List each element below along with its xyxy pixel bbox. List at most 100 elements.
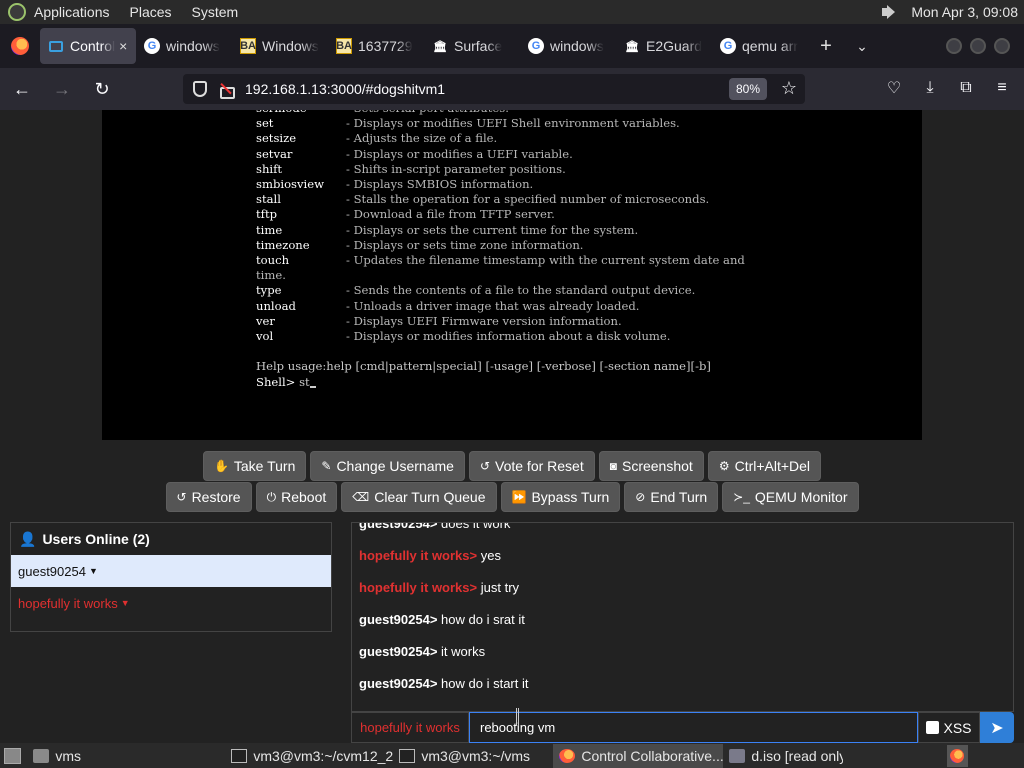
hand-icon: ✋ — [213, 459, 229, 473]
taskbar-item[interactable]: d.iso [read only] — [723, 744, 843, 768]
firefox-view-button[interactable] — [0, 24, 40, 68]
gear-icon: ⚙ — [718, 459, 730, 473]
pocket-icon[interactable]: ♡ — [880, 73, 908, 103]
minimize-button[interactable] — [946, 38, 962, 54]
forward-button[interactable]: → — [44, 73, 80, 105]
browser-tab[interactable]: 🏛 E2Guard — [616, 28, 712, 64]
shell-prompt: Shell> — [256, 374, 300, 389]
vm-controls-row-2: ↺ Restore ⏻ Reboot ⌫ Clear Turn Queue ⏩ Bypass … — [0, 482, 1024, 512]
workspace-switcher[interactable] — [946, 744, 968, 767]
new-tab-icon[interactable]: + — [808, 35, 844, 58]
send-button[interactable]: ➤ — [980, 712, 1014, 743]
console-description: - Displays SMBIOS information. — [346, 177, 534, 192]
window-controls — [946, 38, 1024, 54]
browser-tab[interactable]: BA 1637729 — [328, 28, 424, 64]
url-text[interactable]: 192.168.1.13:3000/#dogshitvm1 — [245, 81, 445, 97]
browser-tab[interactable]: Gqemu arr — [712, 28, 808, 64]
console-line: time - Displays or sets the current time … — [256, 223, 745, 238]
chat-text: just try — [480, 580, 520, 595]
chat-log[interactable]: guest90254> does it work hopefully it wor… — [351, 522, 1014, 712]
chat-input[interactable] — [469, 712, 918, 743]
tab-label: Control — [70, 38, 116, 54]
console-line: ver - Displays UEFI Firmware version info… — [256, 314, 745, 329]
console-description: - Shifts in-script parameter positions. — [346, 161, 566, 176]
camera-icon: ◙ — [609, 459, 617, 473]
tab-strip: Control × Gwindows BA Windows BA 1637729 🏛 Surfa… — [0, 24, 1024, 68]
taskbar-item[interactable]: vm3@vm3:~/cvm12_2 — [225, 744, 393, 768]
user-row-other[interactable]: hopefully it works ▼ — [11, 587, 331, 619]
gnome-logo-icon[interactable] — [8, 3, 26, 21]
navigation-bar: ← → ↻ 192.168.1.13:3000/#dogshitvm1 80% … — [0, 68, 1024, 110]
browser-tab[interactable]: Control × — [40, 28, 136, 64]
console-command: stall — [256, 192, 281, 207]
downloads-icon[interactable]: ⤓ — [916, 73, 944, 103]
chat-input-row: hopefully it works XSS ➤ — [351, 712, 1014, 743]
close-tab-icon[interactable]: × — [119, 38, 127, 54]
tracking-shield-icon[interactable] — [193, 81, 207, 97]
places-menu[interactable]: Places — [130, 4, 172, 20]
taskbar-item-label: vm3@vm3:~/vms — [421, 747, 531, 764]
screenshot-button[interactable]: ◙ Screenshot — [598, 451, 704, 481]
vm-display[interactable]: sermode- Sets serial port attributes.set… — [102, 110, 922, 440]
change-username-button[interactable]: ✎ Change Username — [310, 451, 465, 481]
xss-toggle[interactable]: XSS — [918, 712, 980, 743]
console-description: - Sends the contents of a file to the st… — [346, 283, 696, 298]
console-description: - Stalls the operation for a specified n… — [346, 192, 710, 207]
chat-nick[interactable]: guest90254> — [359, 612, 437, 627]
url-bar[interactable]: 192.168.1.13:3000/#dogshitvm1 80% ☆ — [183, 74, 805, 104]
vote-for-reset-button[interactable]: ↺ Vote for Reset — [468, 451, 595, 481]
button-label: QEMU Monitor — [754, 489, 848, 505]
chat-message: hopefully it works> just try — [359, 580, 519, 595]
ctrl-alt-del-button[interactable]: ⚙ Ctrl+Alt+Del — [707, 451, 822, 481]
take-turn-button[interactable]: ✋ Take Turn — [202, 451, 307, 481]
button-label: Restore — [191, 489, 241, 505]
system-menu[interactable]: System — [192, 4, 239, 20]
button-label: End Turn — [650, 489, 708, 505]
chat-text: it works — [441, 644, 486, 659]
taskbar-item[interactable]: vms — [27, 744, 225, 768]
restore-button[interactable]: ↺ Restore — [165, 482, 252, 512]
hamburger-menu-icon[interactable]: ≡ — [988, 73, 1016, 103]
taskbar-item[interactable]: vm3@vm3:~/vms — [393, 744, 553, 768]
applications-menu[interactable]: Applications — [34, 4, 110, 20]
clear-turn-queue-button[interactable]: ⌫ Clear Turn Queue — [341, 482, 497, 512]
show-desktop-icon[interactable] — [4, 747, 22, 764]
chat-nick[interactable]: guest90254> — [359, 523, 437, 531]
reboot-button[interactable]: ⏻ Reboot — [255, 482, 338, 512]
ban-icon: ⊘ — [635, 490, 646, 504]
qemu-monitor-button[interactable]: ≻_ QEMU Monitor — [722, 482, 859, 512]
console-command: unload — [256, 298, 296, 313]
list-all-tabs-icon[interactable]: ⌄ — [844, 38, 880, 55]
volume-icon[interactable] — [879, 3, 901, 21]
clock[interactable]: Mon Apr 3, 09:08 — [911, 4, 1018, 20]
end-turn-button[interactable]: ⊘ End Turn — [624, 482, 719, 512]
extensions-icon[interactable]: ⧉ — [952, 73, 980, 103]
bookmark-star-icon[interactable]: ☆ — [781, 78, 797, 99]
console-command: smbiosview — [256, 177, 325, 192]
xss-checkbox[interactable] — [926, 721, 940, 734]
console-line: vol - Displays or modifies information ab… — [256, 329, 745, 344]
console-line: type - Sends the contents of a file to th… — [256, 283, 745, 298]
console-description: - Displays or modifies information about… — [346, 329, 671, 344]
maximize-button[interactable] — [970, 38, 986, 54]
close-window-button[interactable] — [994, 38, 1010, 54]
browser-tab[interactable]: BA Windows — [232, 28, 328, 64]
chat-nick[interactable]: guest90254> — [359, 644, 437, 659]
chat-nick[interactable]: guest90254> — [359, 676, 437, 691]
insecure-lock-icon[interactable] — [219, 82, 235, 99]
browser-tab[interactable]: Gwindows — [136, 28, 232, 64]
user-row-self[interactable]: guest90254 ▼ — [11, 555, 331, 587]
browser-tab[interactable]: 🏛 Surface — [424, 28, 520, 64]
bypass-turn-button[interactable]: ⏩ Bypass Turn — [500, 482, 621, 512]
taskbar-item[interactable]: Control Collaborative... — [553, 743, 724, 768]
google-icon: G — [720, 38, 736, 54]
console-line: tftp - Download a file from TFTP server. — [256, 207, 745, 222]
back-button[interactable]: ← — [4, 73, 40, 105]
console-command: type — [256, 283, 282, 298]
chat-text: does it work — [441, 522, 511, 531]
chat-nick[interactable]: hopefully it works> — [359, 580, 477, 595]
zoom-level-badge[interactable]: 80% — [728, 78, 767, 100]
chat-nick[interactable]: hopefully it works> — [359, 548, 477, 563]
browser-tab[interactable]: Gwindows — [520, 28, 616, 64]
reload-button[interactable]: ↻ — [84, 73, 120, 105]
